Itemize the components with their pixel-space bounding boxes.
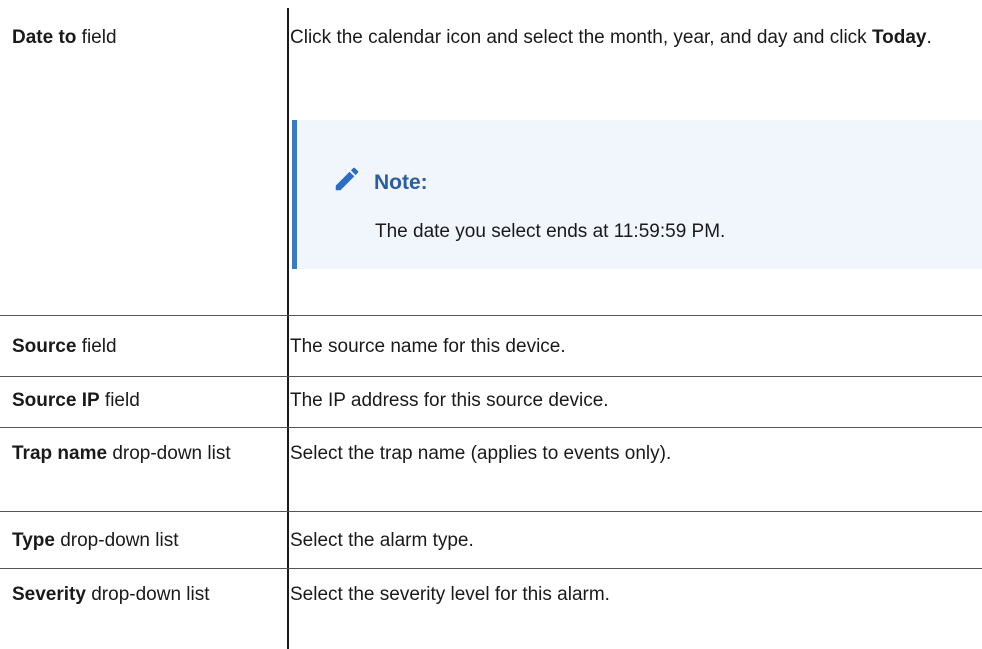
desc-bold: Today (871, 27, 927, 48)
row-divider (0, 427, 982, 428)
field-desc-severity: Select the severity level for this alarm… (290, 584, 610, 605)
note-text: The date you select ends at 11:59:59 PM. (375, 221, 726, 242)
row-divider (0, 315, 982, 316)
pencil-icon (332, 164, 362, 202)
field-name: Trap name (12, 443, 108, 464)
field-desc-date-to: Click the calendar icon and select the m… (290, 26, 960, 51)
field-name: Date to (12, 27, 77, 48)
note-box: Note: The date you select ends at 11:59:… (292, 120, 982, 269)
field-kind: field (99, 390, 140, 411)
row-divider (0, 511, 982, 512)
note-title: Note: (374, 171, 428, 195)
row-divider (0, 376, 982, 377)
column-divider (287, 8, 289, 649)
field-name: Type (12, 530, 55, 551)
field-kind: drop-down list (54, 530, 179, 551)
field-label-type: Type drop-down list (12, 529, 274, 554)
field-kind: drop-down list (85, 584, 210, 605)
field-label-date-to: Date to field (12, 26, 274, 51)
desc-text-end: . (926, 27, 932, 48)
field-label-source-ip: Source IP field (12, 389, 274, 414)
field-kind: field (76, 27, 117, 48)
field-label-severity: Severity drop-down list (12, 583, 262, 608)
field-desc-source: The source name for this device. (290, 336, 566, 357)
field-label-trap-name: Trap name drop-down list (12, 442, 242, 467)
field-desc-trap-name: Select the trap name (applies to events … (290, 443, 672, 464)
field-desc-type: Select the alarm type. (290, 530, 474, 551)
field-kind: field (76, 336, 117, 357)
row-divider (0, 568, 982, 569)
field-name: Source IP (12, 390, 100, 411)
note-header: Note: (332, 164, 428, 202)
field-name: Source (12, 336, 77, 357)
field-name: Severity (12, 584, 86, 605)
field-label-source: Source field (12, 335, 274, 360)
field-kind: drop-down list (107, 443, 231, 464)
field-desc-source-ip: The IP address for this source device. (290, 390, 609, 411)
desc-text: Click the calendar icon and select the m… (290, 27, 872, 48)
field-description-table: Date to field Click the calendar icon an… (0, 0, 982, 649)
